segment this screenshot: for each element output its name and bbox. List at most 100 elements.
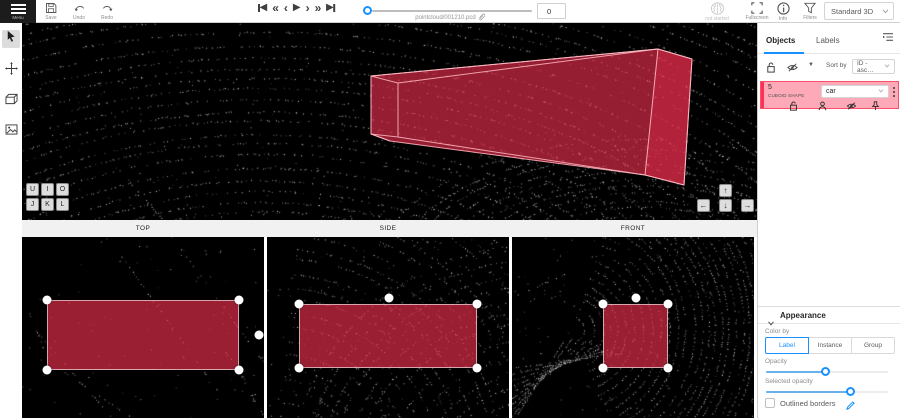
cuboid-top-projection[interactable] xyxy=(47,300,239,370)
color-by-option-group[interactable]: Group xyxy=(851,337,895,354)
save-button[interactable]: Save xyxy=(38,2,64,21)
frame-seek-slider[interactable] xyxy=(372,10,532,12)
frame-seek-handle[interactable] xyxy=(363,6,372,15)
sort-select[interactable]: ID - asc… xyxy=(852,59,895,74)
color-by-label: Color by xyxy=(765,328,789,335)
first-frame-button[interactable]: ◀ xyxy=(258,1,267,15)
side-view-label: SIDE xyxy=(267,225,509,232)
arrow-left-button[interactable]: ← xyxy=(697,199,710,212)
undo-button[interactable]: Undo xyxy=(66,2,92,21)
key-hint-i[interactable]: I xyxy=(41,183,54,196)
resize-handle[interactable] xyxy=(235,366,244,375)
opacity-slider[interactable] xyxy=(766,367,888,377)
cuboid-annotation-3d[interactable] xyxy=(22,23,757,220)
resize-handle[interactable] xyxy=(599,364,608,373)
main-menu-button[interactable]: Menu xyxy=(0,0,36,23)
filename-text: pointcloud/001210.pcd xyxy=(415,15,475,21)
move-tool-button[interactable] xyxy=(2,62,20,80)
side-ortho-view[interactable] xyxy=(267,237,509,418)
arrow-right-button[interactable]: → xyxy=(741,199,754,212)
selected-opacity-slider[interactable] xyxy=(766,387,888,397)
frame-number-input[interactable] xyxy=(537,3,566,19)
object-item-car[interactable]: 5 CUBOID SHAPE car xyxy=(760,81,899,109)
resize-handle[interactable] xyxy=(664,364,673,373)
color-by-option-label[interactable]: Label xyxy=(765,337,809,354)
workspace-selected-value: Standard 3D xyxy=(831,7,873,16)
playback-controls: ◀ « ‹ ▶ › » ◀ xyxy=(258,1,335,15)
hide-all-icon[interactable] xyxy=(787,60,798,78)
resize-handle[interactable] xyxy=(235,296,244,305)
color-by-option-instance[interactable]: Instance xyxy=(808,337,852,354)
main-3d-view[interactable]: U I O J K L ↑ ← ↓ → xyxy=(22,23,757,220)
tab-labels[interactable]: Labels xyxy=(816,36,840,45)
tab-objects[interactable]: Objects xyxy=(766,36,795,45)
cuboid-side-projection[interactable] xyxy=(299,304,477,368)
edit-outline-color-pencil-icon[interactable] xyxy=(846,397,855,415)
resize-handle[interactable] xyxy=(43,366,52,375)
object-id: 5 xyxy=(768,84,772,91)
draw-cuboid-tool-button[interactable] xyxy=(2,92,20,110)
next-frame-button[interactable]: › xyxy=(306,1,310,15)
resize-handle[interactable] xyxy=(664,300,673,309)
object-actions-menu-icon[interactable] xyxy=(893,87,895,97)
ai-tools-button[interactable]: not started xyxy=(703,2,731,22)
lock-all-icon[interactable] xyxy=(766,60,776,78)
workspace-select[interactable]: Standard 3D xyxy=(824,2,894,20)
hide-object-icon[interactable] xyxy=(846,98,857,116)
lock-object-icon[interactable] xyxy=(789,98,798,116)
outlined-borders-label: Outlined borders xyxy=(780,399,835,408)
front-ortho-view[interactable] xyxy=(512,237,754,418)
top-toolbar: Menu Save Undo Redo ◀ « ‹ ▶ › » xyxy=(0,0,900,23)
top-ortho-view[interactable] xyxy=(22,237,264,418)
fullscreen-button[interactable]: Fullscreen xyxy=(743,2,771,21)
object-label-value: car xyxy=(826,88,836,95)
resize-handle[interactable] xyxy=(295,364,304,373)
info-button[interactable]: Info xyxy=(771,2,795,22)
arrow-up-button[interactable]: ↑ xyxy=(719,184,732,197)
rotate-handle[interactable] xyxy=(385,294,394,303)
resize-handle[interactable] xyxy=(473,364,482,373)
fullscreen-icon xyxy=(751,2,763,14)
chevron-down-icon xyxy=(878,88,884,95)
key-hint-u[interactable]: U xyxy=(26,183,39,196)
active-tab-indicator xyxy=(764,52,804,54)
object-label-select[interactable]: car xyxy=(821,85,889,98)
filters-button[interactable]: Filters xyxy=(797,2,823,21)
image-tool-button[interactable] xyxy=(2,122,20,140)
arrow-down-button[interactable]: ↓ xyxy=(719,199,732,212)
sort-selected-value: ID - asc… xyxy=(857,60,884,74)
cuboid-front-projection[interactable] xyxy=(603,304,668,368)
redo-button[interactable]: Redo xyxy=(94,2,120,21)
backward-fast-button[interactable]: « xyxy=(272,1,279,15)
front-view-label: FRONT xyxy=(512,225,754,232)
opacity-slider-handle[interactable] xyxy=(821,367,830,376)
expand-all-caret-icon[interactable]: ▼ xyxy=(808,62,814,68)
last-frame-button[interactable]: ◀ xyxy=(326,1,335,15)
resize-handle[interactable] xyxy=(295,300,304,309)
ai-status-label: not started xyxy=(705,16,729,22)
previous-frame-button[interactable]: ‹ xyxy=(284,1,288,15)
rotate-handle[interactable] xyxy=(632,294,641,303)
image-icon xyxy=(5,122,18,140)
appearance-header[interactable]: Appearance xyxy=(758,307,900,324)
annotation-app: Menu Save Undo Redo ◀ « ‹ ▶ › » xyxy=(0,0,900,418)
key-hint-o[interactable]: O xyxy=(56,183,69,196)
forward-fast-button[interactable]: » xyxy=(315,1,322,15)
objects-sidebar: Objects Labels ▼ Sort by ID - asc… 5 CUB… xyxy=(757,23,900,418)
paperclip-icon[interactable] xyxy=(478,13,485,23)
play-button[interactable]: ▶ xyxy=(293,1,301,15)
key-hint-l[interactable]: L xyxy=(56,198,69,211)
resize-handle[interactable] xyxy=(43,296,52,305)
key-hint-j[interactable]: J xyxy=(26,198,39,211)
filters-label: Filters xyxy=(803,15,817,21)
occluded-object-icon[interactable] xyxy=(818,98,827,116)
collapse-sidebar-icon[interactable] xyxy=(882,29,894,47)
outlined-borders-checkbox[interactable] xyxy=(765,398,775,408)
selected-opacity-slider-handle[interactable] xyxy=(846,387,855,396)
resize-handle[interactable] xyxy=(599,300,608,309)
cursor-tool-button[interactable] xyxy=(2,30,20,48)
rotate-handle[interactable] xyxy=(255,331,264,340)
key-hint-k[interactable]: K xyxy=(41,198,54,211)
pin-object-icon[interactable] xyxy=(871,98,880,116)
resize-handle[interactable] xyxy=(473,300,482,309)
